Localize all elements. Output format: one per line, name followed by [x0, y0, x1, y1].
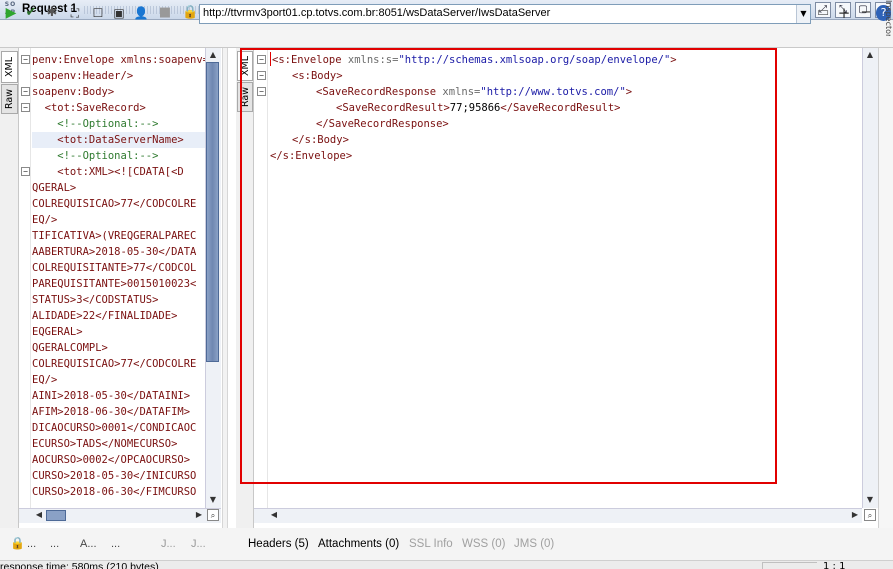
request-line: COLREQUISICAO>77</CODCOLRE [32, 198, 197, 210]
stop-icon[interactable]: ✱ [44, 5, 60, 21]
add-assertion-icon[interactable]: ✔ [23, 5, 39, 21]
tab-request-raw[interactable]: Raw [1, 84, 18, 114]
disabled-icon: ■ [158, 5, 172, 20]
scroll-right-icon[interactable]: ▶ [849, 509, 861, 521]
fold-toggle-icon[interactable]: − [21, 103, 30, 112]
tab-request-ws[interactable]: ... [111, 538, 120, 550]
request-line: EQ/> [32, 214, 58, 226]
request-line: <!--Optional:--> [32, 150, 159, 162]
inspector-label[interactable]: Inspector [879, 0, 893, 36]
request-line: <!--Optional:--> [32, 118, 159, 130]
scroll-right-icon[interactable]: ▶ [193, 509, 205, 521]
scroll-up-icon[interactable]: ▲ [207, 49, 219, 61]
status-divider [762, 562, 817, 569]
request-line: DICAOCURSO>0001</CONDICAOC [32, 422, 197, 434]
request-line: ECURSO>TADS</NOMECURSO> [32, 438, 178, 450]
panel-splitter[interactable] [222, 48, 228, 528]
request-line: QGERALCOMPL> [32, 342, 108, 354]
request-gutter [19, 48, 31, 523]
request-line: COLREQUISICAO>77</CODCOLRE [32, 358, 197, 370]
request-line: penv:Envelope xmlns:soapenv= [32, 54, 206, 66]
fit-icon[interactable]: ⛶ [67, 5, 83, 21]
tab-request-jms-headers[interactable]: J... [161, 538, 176, 550]
request-line: CURSO>2018-06-30</FIMCURSO [32, 486, 197, 498]
fold-toggle-icon[interactable]: − [21, 55, 30, 64]
request-line: ALIDADE>22</FINALIDADE> [32, 310, 178, 322]
request-line: AABERTURA>2018-05-30</DATA [32, 246, 197, 258]
tab-request-jms-props[interactable]: J... [191, 538, 206, 550]
fold-toggle-icon[interactable]: − [21, 87, 30, 96]
request-line: TIFICATIVA>(VREQGERALPAREC [32, 230, 197, 242]
request-line: AOCURSO>0002</OPCAOCURSO> [32, 454, 191, 466]
tab-response-attachments[interactable]: Attachments (0) [318, 538, 399, 550]
response-horizontal-scrollbar[interactable] [254, 508, 862, 523]
zoom-icon[interactable]: ⌕ [864, 509, 876, 521]
scroll-up-icon[interactable]: ▲ [864, 49, 876, 61]
request-line: EQGERAL> [32, 326, 83, 338]
lock-icon[interactable]: 🔒 [182, 5, 198, 21]
run-icon[interactable]: ▶ [3, 5, 19, 21]
zoom-icon[interactable]: ⌕ [207, 509, 219, 521]
add-endpoint-icon[interactable]: + [836, 5, 852, 21]
response-time-status: response time: 580ms (210 bytes) [0, 561, 159, 569]
tile-icon[interactable]: ☐ [90, 5, 106, 21]
lock-icon[interactable]: 🔒 [10, 536, 25, 550]
inspector-dock[interactable] [878, 48, 893, 528]
request-toolbar [0, 20, 893, 48]
response-vertical-scrollbar[interactable] [862, 48, 878, 508]
request-hscroll-thumb[interactable] [46, 510, 66, 521]
request-line: soapenv:Header/> [32, 70, 134, 82]
request-view-tabs [0, 48, 19, 528]
tab-request-auth[interactable]: ... [27, 538, 36, 550]
chevron-down-icon[interactable]: ▼ [796, 5, 810, 23]
clone-icon[interactable]: ▣ [111, 5, 127, 21]
request-line: QGERAL> [32, 182, 77, 194]
request-line: AFIM>2018-06-30</DATAFIM> [32, 406, 191, 418]
tab-request-headers[interactable]: ... [50, 538, 59, 550]
edit-endpoint-icon[interactable]: ▭ [815, 5, 831, 21]
cursor-position: 1 : 1 [823, 561, 846, 569]
request-line: STATUS>3</CODSTATUS> [32, 294, 159, 306]
tab-request-xml[interactable]: XML [1, 51, 18, 83]
user-icon[interactable]: 👤 [133, 5, 149, 21]
fold-toggle-icon[interactable]: − [21, 167, 30, 176]
request-line: CURSO>2018-05-30</INICURSO [32, 470, 197, 482]
tab-response-headers[interactable]: Headers (5) [248, 538, 309, 550]
scroll-left-icon[interactable]: ◀ [268, 509, 280, 521]
request-scroll-thumb[interactable] [206, 62, 219, 362]
tab-wss[interactable]: WSS (0) [462, 538, 505, 550]
request-line: <tot:DataServerName> [32, 134, 184, 146]
endpoint-url-text: http://ttvrmv3port01.cp.totvs.com.br:805… [203, 7, 551, 19]
request-line: EQ/> [32, 374, 58, 386]
delete-endpoint-icon[interactable]: − [858, 5, 874, 21]
scroll-down-icon[interactable]: ▼ [207, 494, 219, 506]
tab-jms[interactable]: JMS (0) [514, 538, 554, 550]
scroll-left-icon[interactable]: ◀ [33, 509, 45, 521]
scroll-down-icon[interactable]: ▼ [864, 494, 876, 506]
request-line: COLREQUISITANTE>77</CODCOL [32, 262, 197, 274]
highlight-annotation-box [240, 48, 777, 484]
request-line: PAREQUISITANTE>0015010023< [32, 278, 197, 290]
request-line: soapenv:Body> [32, 86, 115, 98]
tab-request-attachments[interactable]: A... [80, 538, 97, 550]
tab-ssl-info[interactable]: SSL Info [409, 538, 453, 550]
request-line: AINI>2018-05-30</DATAINI> [32, 390, 191, 402]
request-line: <tot:XML><![CDATA[<D [32, 166, 184, 178]
request-line: <tot:SaveRecord> [32, 102, 146, 114]
